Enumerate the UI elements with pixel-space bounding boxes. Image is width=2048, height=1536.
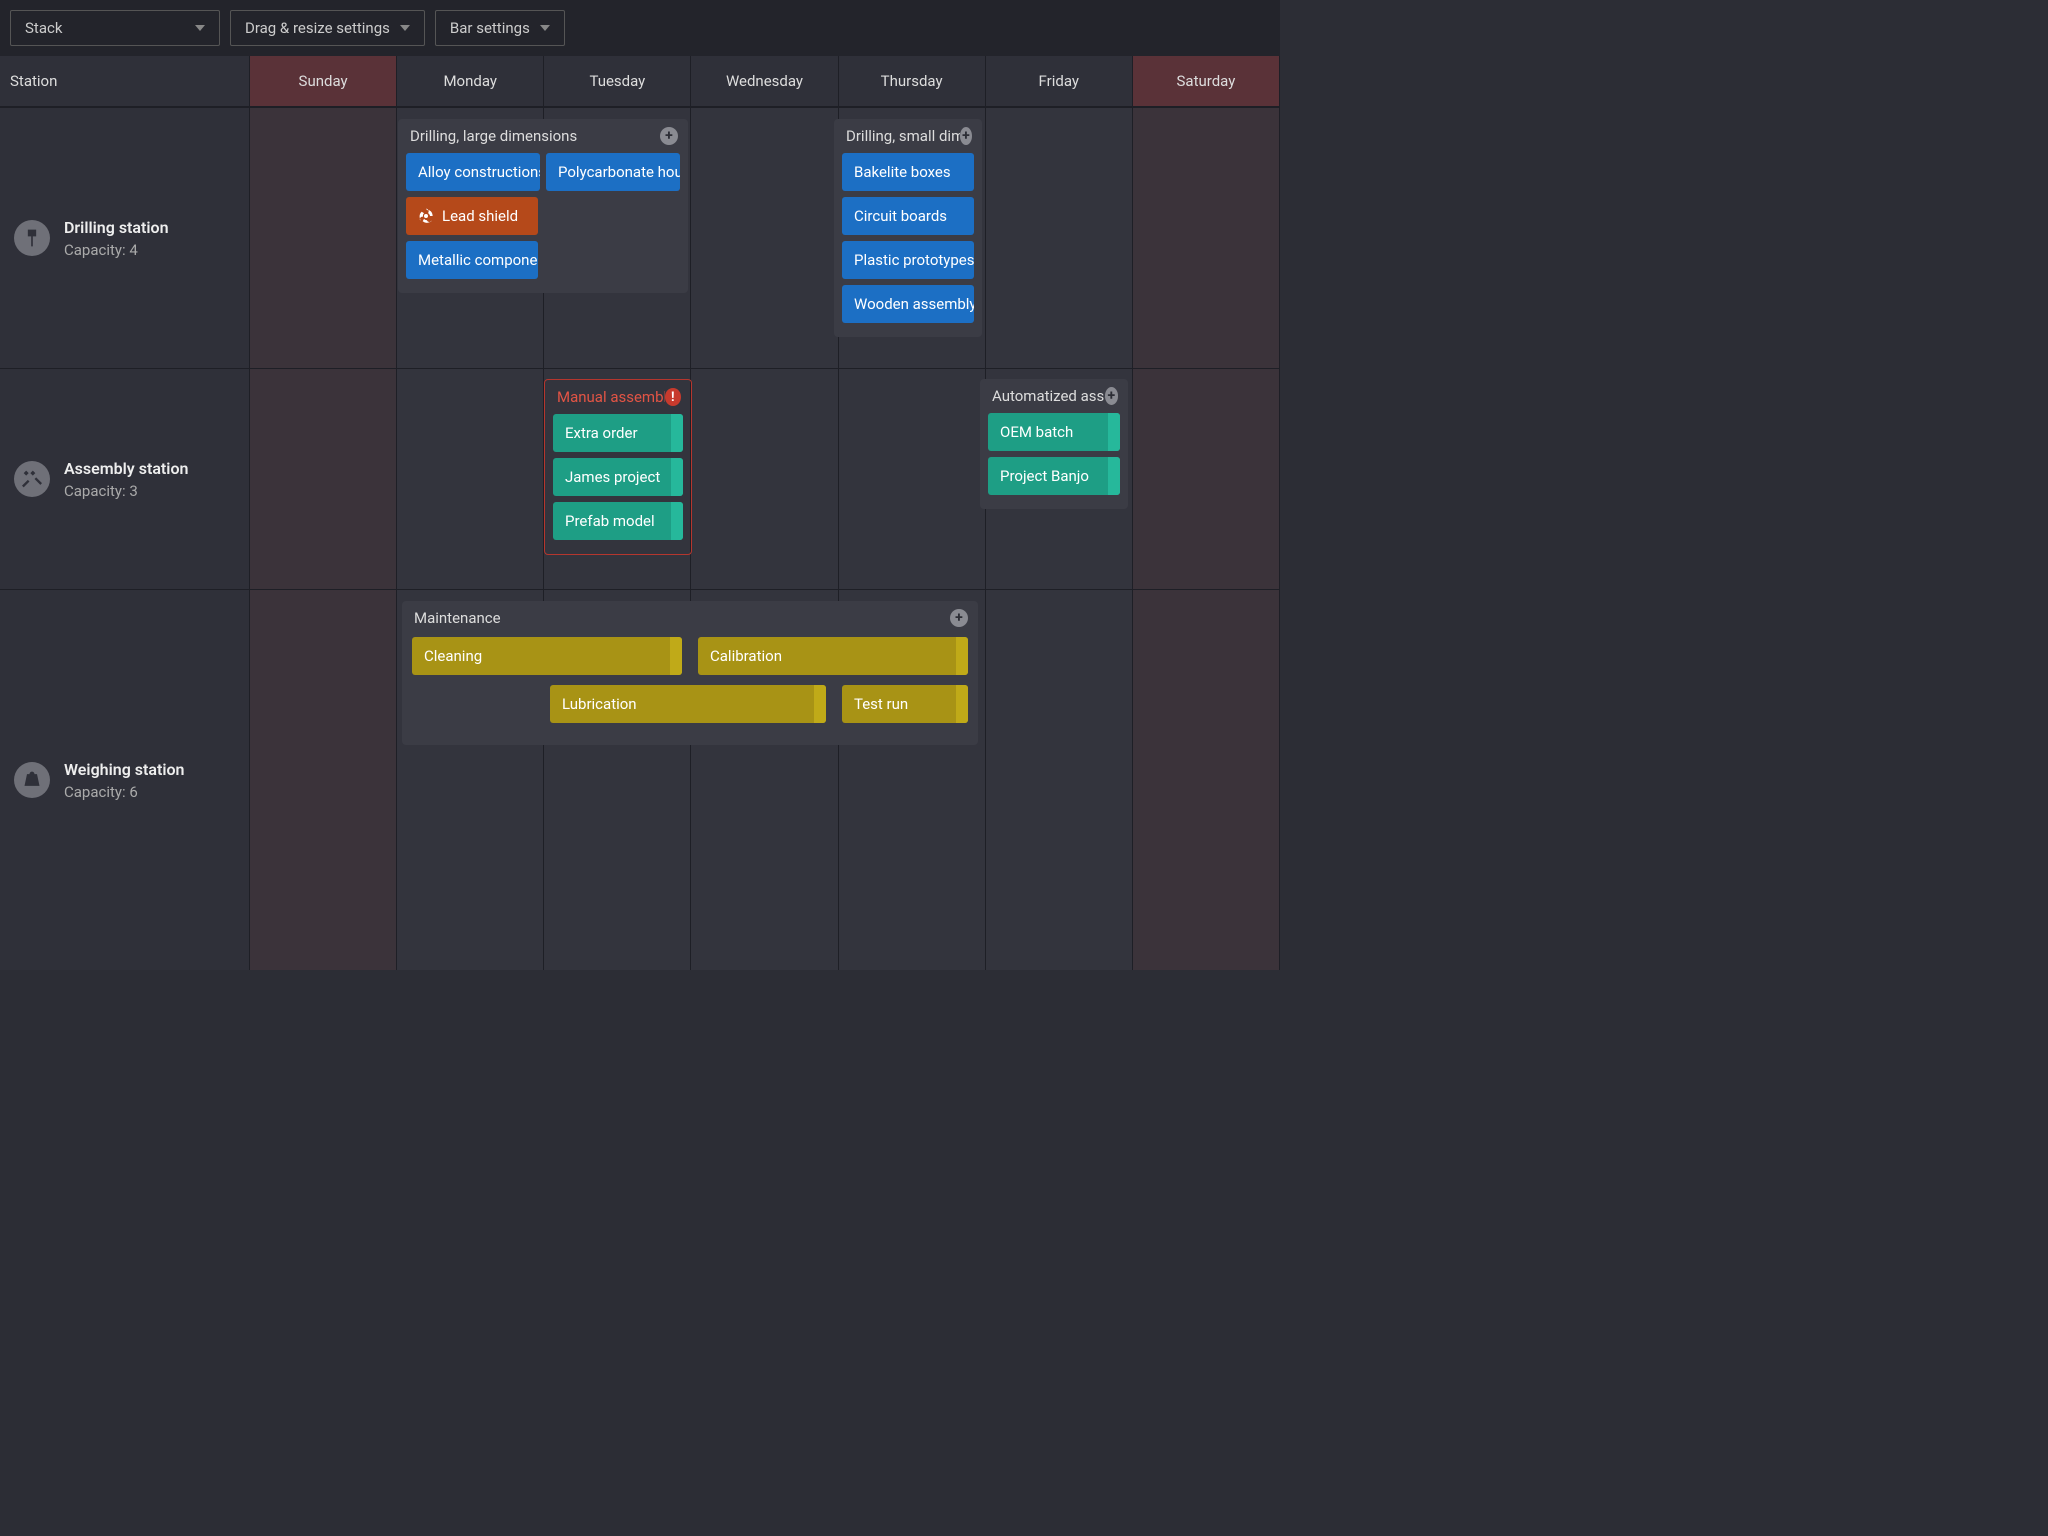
drill-icon <box>14 220 50 256</box>
group-drilling-large[interactable]: Drilling, large dimensions + Alloy const… <box>398 119 688 293</box>
task-item[interactable]: Prefab model <box>553 502 683 540</box>
group-title: Drilling, large dimensions <box>410 127 577 145</box>
group-title: Automatized assembly <box>992 387 1105 405</box>
column-header-sunday: Sunday <box>250 56 397 107</box>
task-item[interactable]: Metallic components <box>406 241 538 279</box>
alert-icon[interactable]: ! <box>665 388 682 406</box>
grid-cell[interactable] <box>986 590 1133 970</box>
task-item[interactable]: Plastic prototypes <box>842 241 974 279</box>
column-header-station: Station <box>0 56 250 107</box>
bar-lubrication[interactable]: Lubrication <box>550 685 826 723</box>
toolbar: Stack Drag & resize settings Bar setting… <box>0 0 1280 56</box>
task-item[interactable]: Extra order <box>553 414 683 452</box>
group-title: Drilling, small dimensions <box>846 127 960 145</box>
task-item[interactable]: Bakelite boxes <box>842 153 974 191</box>
grid-cell[interactable] <box>1133 590 1280 970</box>
column-header-tuesday: Tuesday <box>544 56 691 107</box>
plus-icon[interactable]: + <box>660 127 678 145</box>
stack-select-label: Stack <box>25 19 62 37</box>
station-capacity: Capacity: 6 <box>64 783 185 801</box>
grid-cell[interactable] <box>691 108 838 368</box>
column-header-monday: Monday <box>397 56 544 107</box>
bar-calibration[interactable]: Calibration <box>698 637 968 675</box>
task-label: Lead shield <box>442 207 518 225</box>
task-item[interactable]: OEM batch <box>988 413 1120 451</box>
drag-resize-settings[interactable]: Drag & resize settings <box>230 10 425 46</box>
grid-cell[interactable] <box>839 369 986 589</box>
grid-cell[interactable] <box>986 108 1133 368</box>
station-name: Drilling station <box>64 218 169 237</box>
weight-icon <box>14 762 50 798</box>
scheduler-body: Drilling station Capacity: 4 Assembly st… <box>0 107 1280 970</box>
grid-cell[interactable] <box>691 369 838 589</box>
plus-icon[interactable]: + <box>950 609 968 627</box>
column-header-wednesday: Wednesday <box>691 56 838 107</box>
stack-select[interactable]: Stack <box>10 10 220 46</box>
task-item[interactable]: James project <box>553 458 683 496</box>
task-item[interactable]: Polycarbonate housing <box>546 153 680 191</box>
grid-cell[interactable] <box>397 369 544 589</box>
column-header-thursday: Thursday <box>839 56 986 107</box>
grid-cell[interactable] <box>250 108 397 368</box>
task-item[interactable]: Project Banjo <box>988 457 1120 495</box>
chevron-down-icon <box>400 25 410 31</box>
bar-test-run[interactable]: Test run <box>842 685 968 723</box>
grid-cell[interactable] <box>1133 369 1280 589</box>
plus-icon[interactable]: + <box>1105 387 1118 405</box>
group-drilling-small[interactable]: Drilling, small dimensions + Bakelite bo… <box>834 119 982 337</box>
station-capacity: Capacity: 3 <box>64 482 188 500</box>
drag-resize-label: Drag & resize settings <box>245 19 390 37</box>
plus-icon[interactable]: + <box>960 127 972 145</box>
header-row: Station Sunday Monday Tuesday Wednesday … <box>0 56 1280 107</box>
station-capacity: Capacity: 4 <box>64 241 169 259</box>
grid-cell[interactable] <box>250 590 397 970</box>
task-item[interactable]: Circuit boards <box>842 197 974 235</box>
station-cell-assembly: Assembly station Capacity: 3 <box>0 369 250 589</box>
task-item[interactable]: Alloy constructions <box>406 153 540 191</box>
group-title: Manual assembly <box>557 388 665 406</box>
task-item-hazard[interactable]: Lead shield <box>406 197 538 235</box>
biohazard-icon <box>418 208 434 224</box>
station-cell-weighing: Weighing station Capacity: 6 <box>0 590 250 970</box>
chevron-down-icon <box>195 25 205 31</box>
grid-cell[interactable] <box>250 369 397 589</box>
group-automatized[interactable]: Automatized assembly + OEM batch Project… <box>980 379 1128 509</box>
station-name: Weighing station <box>64 760 185 779</box>
column-header-saturday: Saturday <box>1133 56 1280 107</box>
station-cell-drilling: Drilling station Capacity: 4 <box>0 108 250 368</box>
column-header-friday: Friday <box>986 56 1133 107</box>
grid-cell[interactable] <box>1133 108 1280 368</box>
bar-settings-label: Bar settings <box>450 19 530 37</box>
bar-settings[interactable]: Bar settings <box>435 10 565 46</box>
task-item[interactable]: Wooden assembly <box>842 285 974 323</box>
station-name: Assembly station <box>64 459 188 478</box>
group-title: Maintenance <box>414 609 501 627</box>
group-manual-assembly[interactable]: Manual assembly ! Extra order James proj… <box>544 379 692 555</box>
chevron-down-icon <box>540 25 550 31</box>
tools-icon <box>14 461 50 497</box>
bar-cleaning[interactable]: Cleaning <box>412 637 682 675</box>
